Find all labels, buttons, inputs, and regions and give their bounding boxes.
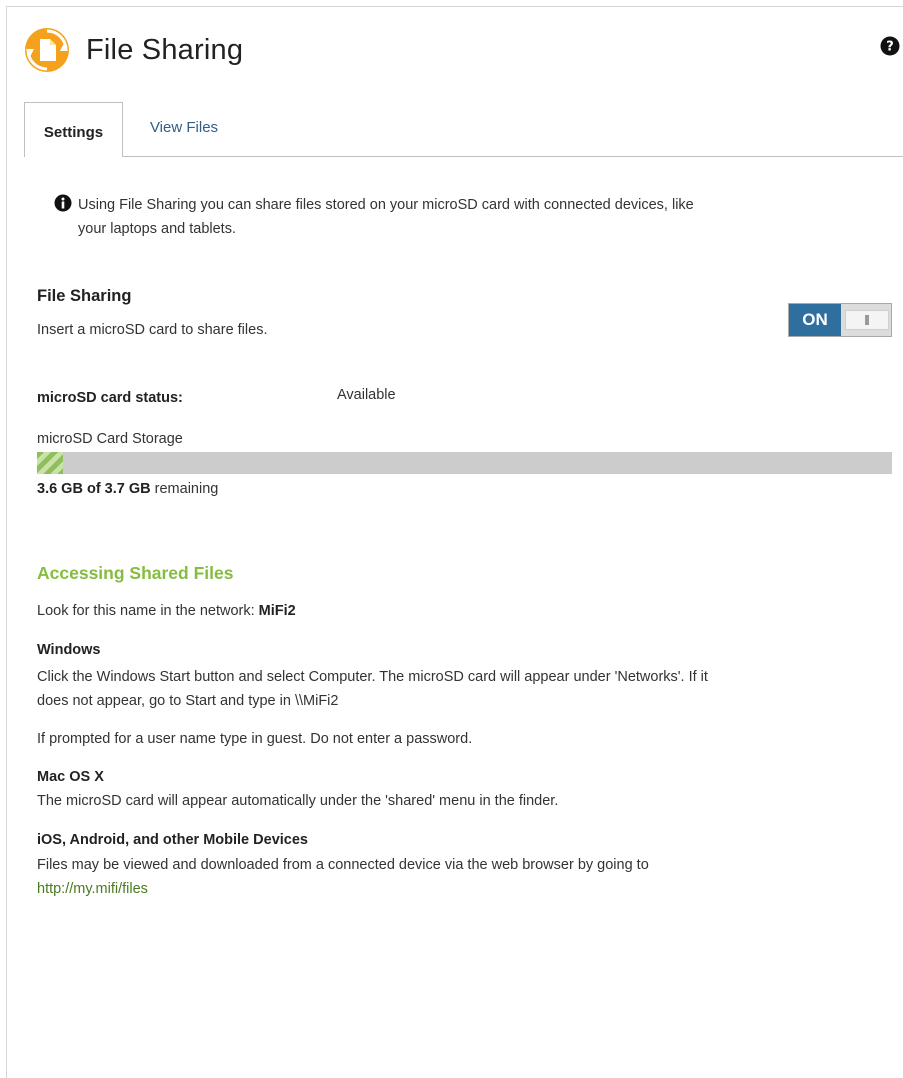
mac-heading: Mac OS X bbox=[37, 769, 104, 785]
info-banner: Using File Sharing you can share files s… bbox=[54, 193, 864, 241]
storage-remaining-amount: 3.6 GB of 3.7 GB bbox=[37, 481, 151, 497]
windows-instructions-line-2: does not appear, go to Start and type in… bbox=[37, 693, 339, 709]
info-text-line-1: Using File Sharing you can share files s… bbox=[78, 197, 694, 213]
windows-heading: Windows bbox=[37, 642, 101, 658]
help-icon[interactable]: ? bbox=[880, 36, 900, 56]
page-header: File Sharing bbox=[24, 26, 243, 74]
windows-instructions-line-1: Click the Windows Start button and selec… bbox=[37, 669, 708, 685]
toggle-on-label: ON bbox=[789, 304, 841, 336]
info-icon bbox=[54, 194, 72, 212]
files-link[interactable]: http://my.mifi/files bbox=[37, 881, 148, 897]
file-sharing-description: Insert a microSD card to share files. bbox=[37, 322, 268, 338]
card-status-label: microSD card status: bbox=[37, 390, 183, 406]
svg-text:?: ? bbox=[886, 40, 894, 55]
windows-instructions: Click the Windows Start button and selec… bbox=[37, 665, 708, 713]
toggle-knob bbox=[845, 310, 889, 330]
tab-settings[interactable]: Settings bbox=[24, 102, 123, 157]
info-text-line-2: your laptops and tablets. bbox=[78, 221, 236, 237]
storage-remaining-suffix: remaining bbox=[150, 481, 219, 497]
file-sharing-heading: File Sharing bbox=[37, 287, 132, 305]
mobile-instructions: Files may be viewed and downloaded from … bbox=[37, 857, 649, 873]
storage-progress-bar bbox=[37, 452, 892, 474]
network-name-prefix: Look for this name in the network: bbox=[37, 603, 259, 619]
tab-view-files-label: View Files bbox=[149, 118, 219, 136]
file-sharing-icon bbox=[25, 28, 69, 72]
content-frame bbox=[6, 6, 903, 1078]
storage-progress-fill bbox=[37, 452, 63, 474]
page-title: File Sharing bbox=[86, 33, 244, 66]
network-name-line: Look for this name in the network: MiFi2 bbox=[37, 603, 296, 619]
tab-view-files[interactable]: View Files bbox=[136, 102, 232, 156]
accessing-shared-files-heading: Accessing Shared Files bbox=[37, 563, 234, 583]
mac-instructions: The microSD card will appear automatical… bbox=[37, 793, 559, 809]
file-sharing-toggle[interactable]: ON bbox=[788, 303, 892, 337]
tab-settings-label: Settings bbox=[43, 123, 104, 141]
card-status-value: Available bbox=[337, 387, 396, 403]
tab-bar: Settings View Files bbox=[24, 102, 903, 157]
storage-remaining: 3.6 GB of 3.7 GB remaining bbox=[37, 481, 218, 497]
network-name: MiFi2 bbox=[258, 603, 296, 619]
card-storage-label: microSD Card Storage bbox=[37, 431, 183, 447]
guest-note: If prompted for a user name type in gues… bbox=[37, 731, 473, 747]
mobile-heading: iOS, Android, and other Mobile Devices bbox=[37, 832, 308, 848]
